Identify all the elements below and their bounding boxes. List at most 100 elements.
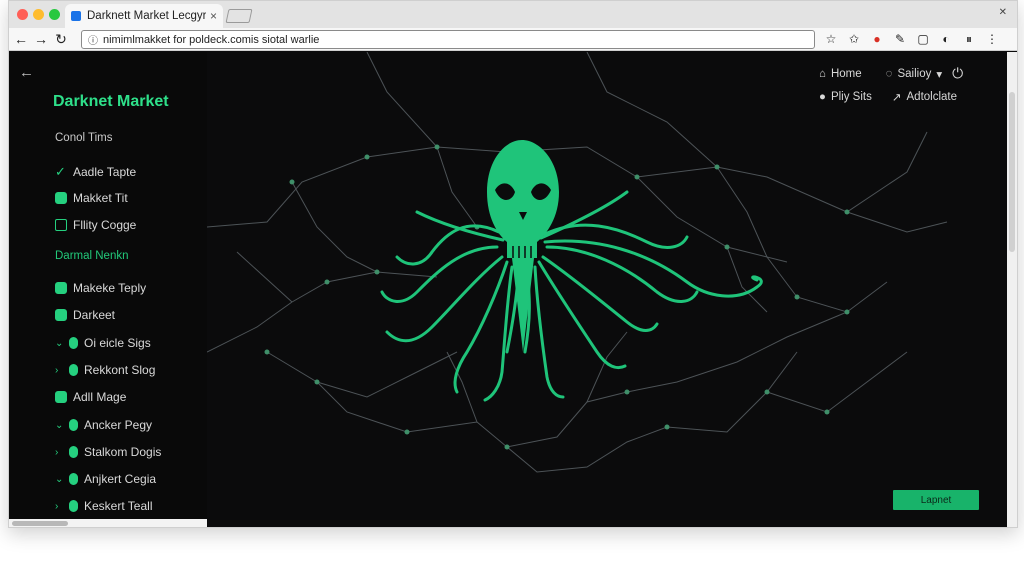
window-controls-icon[interactable]: ✕ [999, 7, 1007, 18]
network-node [404, 429, 410, 435]
vertical-scrollbar[interactable] [1007, 52, 1017, 527]
sidebar-item-label: Ancker Pegy [84, 418, 153, 432]
close-window-button[interactable] [17, 9, 28, 20]
sidebar-item-label: Darkeet [73, 308, 116, 322]
forward-icon[interactable]: → [31, 31, 51, 47]
network-node [374, 269, 380, 275]
square-filled-icon [55, 282, 67, 294]
sidebar-item[interactable]: Adll Mage [55, 390, 126, 404]
minimize-window-button[interactable] [33, 9, 44, 20]
nav-settings-dropdown[interactable]: ◌ Sailioy ▾ [886, 67, 943, 81]
sidebar-item-label: Adll Mage [73, 390, 127, 404]
chevron-down-icon: ▾ [936, 68, 943, 81]
sidebar-item-label: Oi eicle Sigs [84, 336, 151, 350]
scrollbar-thumb[interactable] [1009, 92, 1015, 252]
back-icon[interactable]: ← [11, 31, 31, 47]
chevron-right-icon[interactable]: › [55, 501, 65, 512]
sidebar-item[interactable]: Makeke Teply [55, 281, 146, 295]
extension-shield-icon[interactable]: ◐ [936, 30, 956, 48]
nav-home[interactable]: ⌂ Home [819, 68, 862, 80]
check-icon: ✓ [55, 164, 66, 179]
network-node [844, 209, 850, 215]
extension-red-icon[interactable]: ● [867, 30, 887, 48]
cta-button[interactable]: Lapnet [893, 490, 979, 510]
sidebar-item[interactable]: › Stalkom Dogis [55, 445, 161, 459]
network-octopus-illustration [207, 52, 948, 473]
sidebar-item-label: Rekkont Slog [84, 363, 156, 377]
browser-tab[interactable]: Darknett Market Lecgyr × [65, 4, 223, 28]
network-node [289, 179, 295, 185]
nav-settings-label: Sailioy [897, 67, 932, 80]
back-arrow-icon[interactable]: ← [19, 64, 34, 81]
sidebar-item-label: Anjkert Cegia [84, 472, 157, 486]
menu-icon[interactable]: ⋮ [982, 30, 1002, 48]
extension-puzzle-icon[interactable]: ✎ [890, 30, 910, 48]
scrollbar-thumb[interactable] [12, 521, 68, 526]
chevron-down-icon[interactable]: ⌄ [55, 420, 65, 431]
nav-autoloate-label: Adtolclate [906, 91, 958, 103]
top-nav-row2: ● Pliy Sits ↗ Adtolclate [819, 90, 957, 104]
network-node [844, 309, 850, 315]
page-info-icon[interactable]: ⓘ [88, 32, 98, 47]
toolbar-extensions: ☆ ✩ ● ✎ ▢ ◐ ⏸ ⋮ [821, 30, 1002, 48]
new-tab-button[interactable] [225, 9, 253, 23]
sidebar-item[interactable]: › Rekkont Slog [55, 363, 155, 377]
sidebar-item[interactable]: ⌄ Oi eicle Sigs [55, 336, 151, 350]
play-circle-icon: ● [819, 91, 826, 103]
sidebar: ← Darknet Market Conol Tims ✓ Aadle Tapt… [9, 52, 207, 527]
bookmark-star-icon[interactable]: ☆ [821, 30, 841, 48]
sidebar-item-label: Keskert Teall [84, 499, 153, 513]
sidebar-item-label: Aadle Tapte [73, 165, 137, 179]
extension-bag-icon[interactable]: ▢ [913, 30, 933, 48]
nav-play-sites-label: Pliy Sits [830, 91, 872, 103]
power-icon: ⏻ [952, 65, 964, 81]
section-title: Darmal Nenkn [55, 250, 129, 262]
sidebar-item[interactable]: Darkeet [55, 308, 115, 322]
maximize-window-button[interactable] [49, 9, 60, 20]
sidebar-item[interactable]: ✓ Aadle Tapte [55, 164, 136, 180]
nav-power-button[interactable]: ⏻ [952, 65, 963, 82]
network-node [824, 409, 830, 415]
network-node [434, 144, 440, 150]
chevron-down-icon[interactable]: ⌄ [55, 474, 65, 485]
square-filled-icon [55, 309, 67, 321]
reading-list-icon[interactable]: ✩ [844, 30, 864, 48]
sidebar-item[interactable]: Fllity Cogge [55, 218, 136, 232]
horizontal-scrollbar[interactable] [9, 519, 207, 527]
chevron-down-icon[interactable]: ⌄ [55, 338, 65, 349]
network-node [364, 154, 370, 160]
network-node [264, 349, 270, 355]
home-icon: ⌂ [819, 67, 826, 80]
pill-icon [69, 446, 78, 458]
network-node [724, 244, 730, 250]
grid-icon [55, 391, 67, 403]
nav-play-sites[interactable]: ● Pliy Sits [819, 91, 872, 103]
tab-favicon-icon [71, 11, 81, 21]
network-node [764, 389, 770, 395]
browser-toolbar: ← → ↻ ⓘ nimimlmakket for poldeck.comis s… [9, 28, 1017, 51]
nav-autoloate[interactable]: ↗ Adtolclate [892, 90, 957, 104]
wrench-icon: ↗ [891, 92, 902, 104]
profile-icon[interactable]: ⏸ [959, 30, 979, 48]
network-node [634, 174, 640, 180]
pill-icon [69, 473, 78, 485]
sidebar-item[interactable]: Makket Tit [55, 191, 128, 205]
chevron-right-icon[interactable]: › [55, 447, 65, 458]
tab-close-icon[interactable]: × [210, 9, 217, 23]
sidebar-item[interactable]: › Keskert Teall [55, 499, 152, 513]
chevron-right-icon[interactable]: › [55, 365, 65, 376]
tab-strip: Darknett Market Lecgyr × ✕ [9, 1, 1017, 28]
network-node [794, 294, 800, 300]
square-outline-icon [55, 219, 67, 231]
reload-icon[interactable]: ↻ [51, 31, 71, 48]
tab-title: Darknett Market Lecgyr [87, 10, 206, 22]
url-text: nimimlmakket for poldeck.comis siotal wa… [103, 33, 320, 46]
sidebar-item-label: Makeke Teply [73, 281, 147, 295]
sidebar-item[interactable]: ⌄ Anjkert Cegia [55, 472, 156, 486]
sidebar-item[interactable]: ⌄ Ancker Pegy [55, 418, 152, 432]
network-node [504, 444, 510, 450]
sidebar-item-label: Stalkom Dogis [84, 445, 162, 459]
address-bar[interactable]: ⓘ nimimlmakket for poldeck.comis siotal … [81, 30, 815, 49]
octopus-tentacles [380, 190, 763, 402]
nav-home-label: Home [830, 67, 862, 80]
